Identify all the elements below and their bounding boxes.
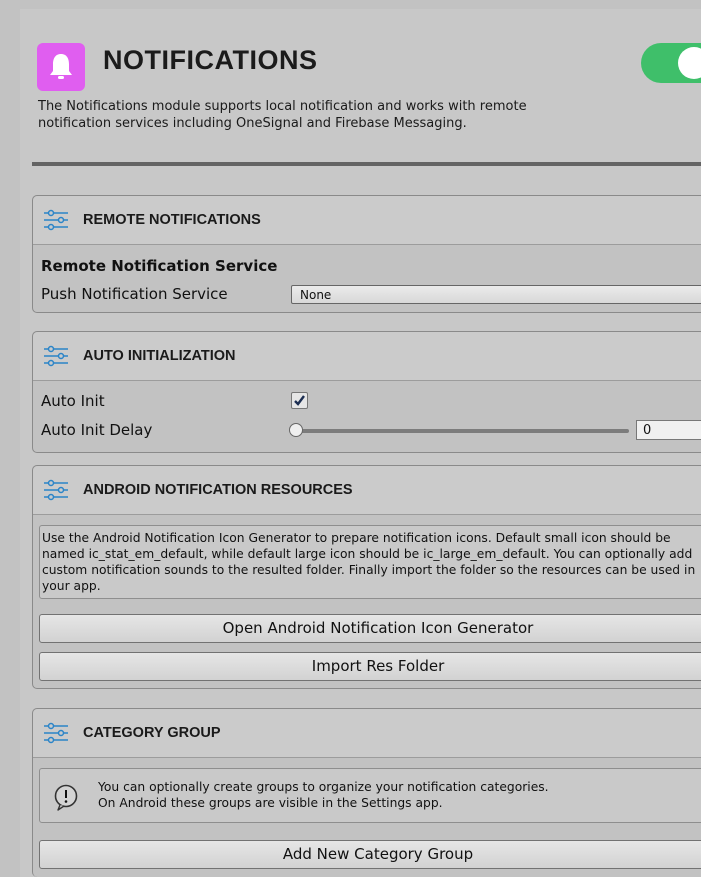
module-title: NOTIFICATIONS xyxy=(103,45,318,75)
module-header: NOTIFICATIONS The Notifications module s… xyxy=(20,9,701,174)
section-header[interactable]: REMOTE NOTIFICATIONS xyxy=(33,196,701,245)
sliders-icon xyxy=(44,479,68,501)
module-description: The Notifications module supports local … xyxy=(38,99,527,131)
section-header[interactable]: AUTO INITIALIZATION xyxy=(33,332,701,381)
toggle-knob xyxy=(678,47,701,79)
android-resources-section: ANDROID NOTIFICATION RESOURCES Use the A… xyxy=(32,465,701,689)
section-header[interactable]: ANDROID NOTIFICATION RESOURCES xyxy=(33,466,701,515)
open-icon-generator-button[interactable]: Open Android Notification Icon Generator xyxy=(39,614,701,643)
module-enable-toggle[interactable] xyxy=(641,43,701,83)
info-exclamation-icon xyxy=(54,784,78,811)
category-group-info-box: You can optionally create groups to orga… xyxy=(39,768,701,823)
section-title: ANDROID NOTIFICATION RESOURCES xyxy=(83,482,353,498)
checkmark-icon xyxy=(294,395,305,406)
sliders-icon xyxy=(44,209,68,231)
push-service-dropdown[interactable]: None ◆ xyxy=(291,285,701,304)
auto-init-delay-slider-thumb[interactable] xyxy=(289,423,303,437)
remote-notifications-section: REMOTE NOTIFICATIONS Remote Notification… xyxy=(32,195,701,313)
sliders-icon xyxy=(44,345,68,367)
bell-icon xyxy=(37,43,85,91)
auto-init-checkbox[interactable] xyxy=(291,392,308,409)
auto-init-label: Auto Init xyxy=(41,392,105,410)
push-service-value: None xyxy=(300,288,332,302)
category-group-info-text: You can optionally create groups to orga… xyxy=(98,780,549,810)
section-header[interactable]: CATEGORY GROUP xyxy=(33,709,701,758)
add-category-group-button[interactable]: Add New Category Group xyxy=(39,840,701,869)
auto-init-delay-label: Auto Init Delay xyxy=(41,421,153,439)
category-group-section: CATEGORY GROUP You can optionally create… xyxy=(32,708,701,877)
auto-init-delay-input[interactable]: 0 xyxy=(636,420,701,440)
notifications-settings-panel: NOTIFICATIONS The Notifications module s… xyxy=(20,9,701,877)
push-service-label: Push Notification Service xyxy=(41,285,228,303)
header-divider xyxy=(32,162,701,166)
auto-init-delay-slider-track[interactable] xyxy=(299,429,629,433)
section-title: CATEGORY GROUP xyxy=(83,725,221,741)
section-title: AUTO INITIALIZATION xyxy=(83,348,236,364)
section-title: REMOTE NOTIFICATIONS xyxy=(83,212,261,228)
auto-initialization-section: AUTO INITIALIZATION Auto Init Auto Init … xyxy=(32,331,701,453)
remote-service-heading: Remote Notification Service xyxy=(41,257,278,275)
sliders-icon xyxy=(44,722,68,744)
android-resources-help-text: Use the Android Notification Icon Genera… xyxy=(39,525,701,599)
import-res-folder-button[interactable]: Import Res Folder xyxy=(39,652,701,681)
